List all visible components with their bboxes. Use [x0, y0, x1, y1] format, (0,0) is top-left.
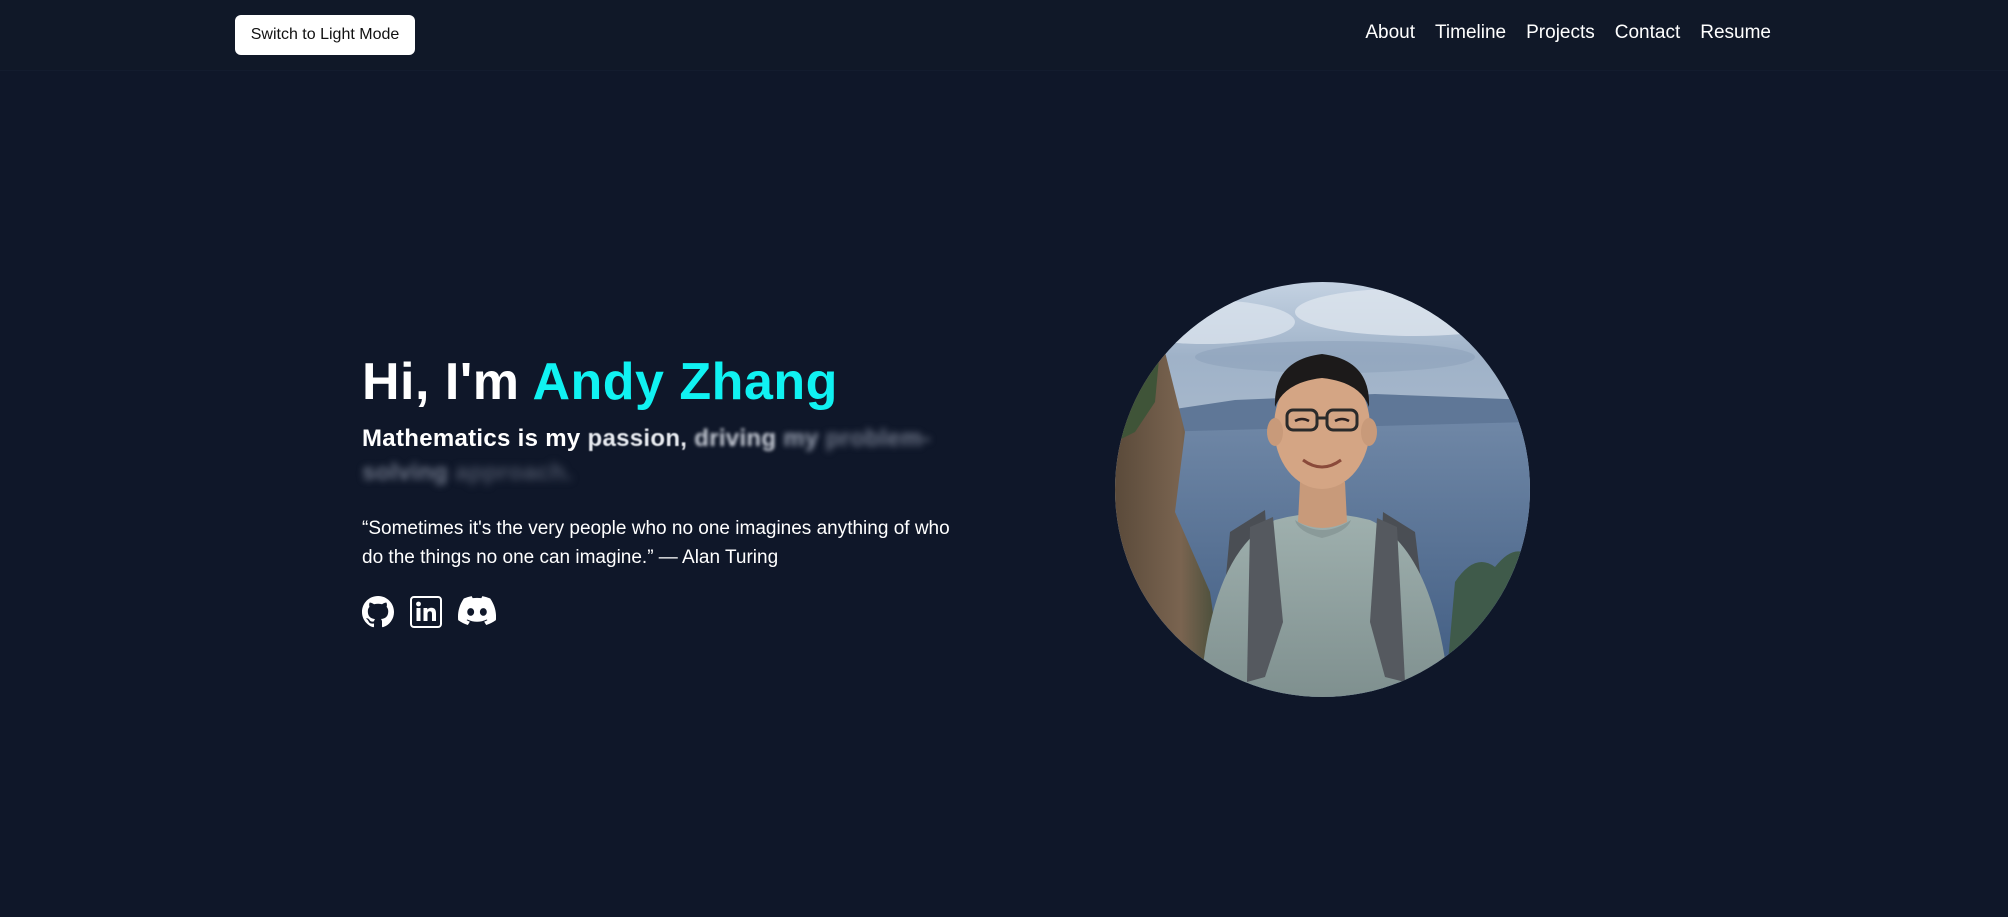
theme-toggle-button[interactable]: Switch to Light Mode	[235, 15, 415, 55]
tagline-word: passion,	[587, 425, 688, 452]
profile-photo	[1115, 282, 1530, 697]
hero-quote: “Sometimes it's the very people who no o…	[362, 518, 950, 568]
tagline-word: problem-	[825, 425, 931, 452]
nav-link-timeline[interactable]: Timeline	[1435, 22, 1506, 44]
nav-links: About Timeline Projects Contact Resume	[1365, 22, 1771, 44]
linkedin-icon[interactable]	[410, 596, 442, 628]
hero-title: Hi, I'm Andy Zhang	[362, 352, 962, 412]
social-links	[362, 596, 962, 628]
nav-link-contact[interactable]: Contact	[1615, 22, 1680, 44]
hero-tagline: Mathematics is my passion, driving my pr…	[362, 422, 962, 490]
navbar: Switch to Light Mode About Timeline Proj…	[0, 0, 2008, 71]
tagline-word: approach.	[455, 459, 573, 486]
tagline-word: my	[783, 425, 819, 452]
tagline-word: driving	[694, 425, 777, 452]
discord-icon[interactable]	[458, 596, 497, 628]
hero-intro: Hi, I'm Andy Zhang Mathematics is my pas…	[362, 352, 962, 628]
tagline-word: solving	[362, 459, 449, 486]
hero-greeting: Hi, I'm	[362, 353, 533, 411]
nav-link-about[interactable]: About	[1365, 22, 1415, 44]
tagline-word: Mathematics is my	[362, 425, 581, 452]
hero-name: Andy Zhang	[532, 353, 838, 411]
nav-link-projects[interactable]: Projects	[1526, 22, 1595, 44]
nav-link-resume[interactable]: Resume	[1700, 22, 1771, 44]
github-icon[interactable]	[362, 596, 394, 628]
